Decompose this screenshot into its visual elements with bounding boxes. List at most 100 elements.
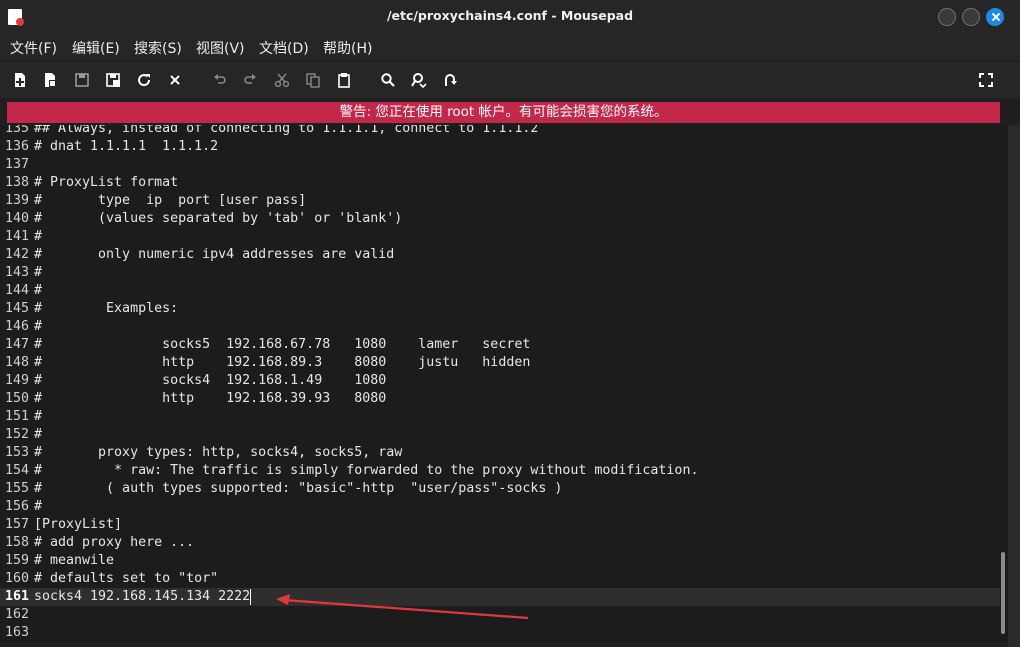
- editor-line[interactable]: 153 # proxy types: http, socks4, socks5, …: [0, 444, 1000, 462]
- root-warning-bar: 警告: 您正在使用 root 帐户。有可能会损害您的系统。: [7, 102, 1000, 123]
- editor-line[interactable]: 154 # * raw: The traffic is simply forwar…: [0, 462, 1000, 480]
- fullscreen-icon[interactable]: [976, 70, 996, 90]
- editor-line[interactable]: 157 [ProxyList]: [0, 516, 1000, 534]
- find-replace-icon[interactable]: [409, 70, 429, 90]
- line-text[interactable]: #: [34, 426, 42, 444]
- line-number: 160: [5, 571, 30, 586]
- text-editor[interactable]: 135 ## Always, instead of connecting to 1…: [0, 125, 1000, 642]
- reload-icon[interactable]: [134, 70, 154, 90]
- line-number: 153: [5, 445, 30, 460]
- editor-line[interactable]: 139 # type ip port [user pass]: [0, 192, 1000, 210]
- find-icon[interactable]: [378, 70, 398, 90]
- editor-line[interactable]: 140 # (values separated by 'tab' or 'blan…: [0, 210, 1000, 228]
- line-text[interactable]: [ProxyList]: [34, 516, 122, 534]
- save-as-icon[interactable]: [103, 70, 123, 90]
- menu-help[interactable]: 帮助(H): [323, 38, 372, 58]
- line-text[interactable]: socks4 192.168.145.134 2222: [34, 588, 250, 606]
- line-number: 151: [5, 409, 30, 424]
- editor-line[interactable]: 142 # only numeric ipv4 addresses are val…: [0, 246, 1000, 264]
- line-text[interactable]: # * raw: The traffic is simply forwarded…: [34, 462, 698, 480]
- line-text[interactable]: # http 192.168.39.93 8080: [34, 390, 386, 408]
- editor-line[interactable]: 156 #: [0, 498, 1000, 516]
- menu-document[interactable]: 文档(D): [259, 38, 309, 58]
- close-window-button[interactable]: [986, 8, 1004, 26]
- line-text[interactable]: # proxy types: http, socks4, socks5, raw: [34, 444, 402, 462]
- copy-icon[interactable]: [303, 70, 323, 90]
- line-number: 142: [5, 247, 30, 262]
- editor-line[interactable]: 138 # ProxyList format: [0, 174, 1000, 192]
- editor-line[interactable]: 160 # defaults set to "tor": [0, 570, 1000, 588]
- line-text[interactable]: # Examples:: [34, 300, 178, 318]
- line-number: 152: [5, 427, 30, 442]
- editor-line[interactable]: 143 #: [0, 264, 1000, 282]
- save-icon[interactable]: [72, 70, 92, 90]
- line-text[interactable]: ## Always, instead of connecting to 1.1.…: [34, 125, 538, 138]
- line-text[interactable]: # (values separated by 'tab' or 'blank'): [34, 210, 402, 228]
- annotation-arrow: [276, 594, 529, 620]
- undo-icon[interactable]: [210, 70, 230, 90]
- line-text[interactable]: # ProxyList format: [34, 174, 178, 192]
- editor-line[interactable]: 150 # http 192.168.39.93 8080: [0, 390, 1000, 408]
- line-text[interactable]: # only numeric ipv4 addresses are valid: [34, 246, 394, 264]
- open-file-icon[interactable]: [40, 70, 60, 90]
- editor-line[interactable]: 147 # socks5 192.168.67.78 1080 lamer sec…: [0, 336, 1000, 354]
- line-number: 154: [5, 463, 30, 478]
- line-number: 138: [5, 175, 30, 190]
- editor-line[interactable]: 146 #: [0, 318, 1000, 336]
- line-text[interactable]: # type ip port [user pass]: [34, 192, 306, 210]
- new-document-icon[interactable]: [10, 70, 30, 90]
- window-title: /etc/proxychains4.conf - Mousepad: [386, 8, 634, 23]
- line-number: 163: [5, 625, 30, 640]
- minimize-button[interactable]: [938, 8, 956, 26]
- line-text[interactable]: # defaults set to "tor": [34, 570, 218, 588]
- close-document-icon[interactable]: [165, 70, 185, 90]
- editor-line[interactable]: 136 # dnat 1.1.1.1 1.1.1.2: [0, 138, 1000, 156]
- toolbar: [0, 62, 1020, 98]
- line-text[interactable]: #: [34, 498, 42, 516]
- paste-icon[interactable]: [334, 70, 354, 90]
- line-text[interactable]: #: [34, 264, 42, 282]
- line-number: 156: [5, 499, 30, 514]
- line-number: 137: [5, 157, 30, 172]
- menu-search[interactable]: 搜索(S): [134, 38, 182, 58]
- maximize-button[interactable]: [962, 8, 980, 26]
- editor-line[interactable]: 135 ## Always, instead of connecting to 1…: [0, 125, 1000, 138]
- cut-icon[interactable]: [272, 70, 292, 90]
- line-text[interactable]: # dnat 1.1.1.1 1.1.1.2: [34, 138, 218, 156]
- line-number: 157: [5, 517, 30, 532]
- line-text[interactable]: # socks4 192.168.1.49 1080: [34, 372, 386, 390]
- scrollbar-thumb[interactable]: [1001, 552, 1005, 634]
- editor-line[interactable]: 158 # add proxy here ...: [0, 534, 1000, 552]
- line-number: 145: [5, 301, 30, 316]
- go-to-line-icon[interactable]: [440, 70, 460, 90]
- line-text[interactable]: # socks5 192.168.67.78 1080 lamer secret: [34, 336, 530, 354]
- editor-line[interactable]: 144 #: [0, 282, 1000, 300]
- menu-view[interactable]: 视图(V): [196, 38, 245, 58]
- line-text[interactable]: #: [34, 282, 42, 300]
- line-text[interactable]: #: [34, 228, 42, 246]
- line-text[interactable]: # add proxy here ...: [34, 534, 194, 552]
- editor-line[interactable]: 148 # http 192.168.89.3 8080 justu hidden: [0, 354, 1000, 372]
- editor-line[interactable]: 159 # meanwile: [0, 552, 1000, 570]
- line-number: 150: [5, 391, 30, 406]
- line-number: 144: [5, 283, 30, 298]
- menu-edit[interactable]: 编辑(E): [72, 38, 120, 58]
- line-text[interactable]: #: [34, 318, 42, 336]
- annotation-arrow-head: [276, 594, 290, 605]
- line-text[interactable]: # ( auth types supported: "basic"-http "…: [34, 480, 562, 498]
- editor-line[interactable]: 145 # Examples:: [0, 300, 1000, 318]
- line-text[interactable]: #: [34, 408, 42, 426]
- line-text[interactable]: # meanwile: [34, 552, 114, 570]
- annotation-arrow-shaft: [283, 598, 529, 620]
- line-number: 143: [5, 265, 30, 280]
- editor-line[interactable]: 141 #: [0, 228, 1000, 246]
- editor-line[interactable]: 137: [0, 156, 1000, 174]
- redo-icon[interactable]: [240, 70, 260, 90]
- editor-line[interactable]: 155 # ( auth types supported: "basic"-htt…: [0, 480, 1000, 498]
- line-text[interactable]: # http 192.168.89.3 8080 justu hidden: [34, 354, 530, 372]
- editor-line[interactable]: 149 # socks4 192.168.1.49 1080: [0, 372, 1000, 390]
- menu-file[interactable]: 文件(F): [10, 38, 57, 58]
- editor-line[interactable]: 152 #: [0, 426, 1000, 444]
- line-number: 147: [5, 337, 30, 352]
- editor-line[interactable]: 151 #: [0, 408, 1000, 426]
